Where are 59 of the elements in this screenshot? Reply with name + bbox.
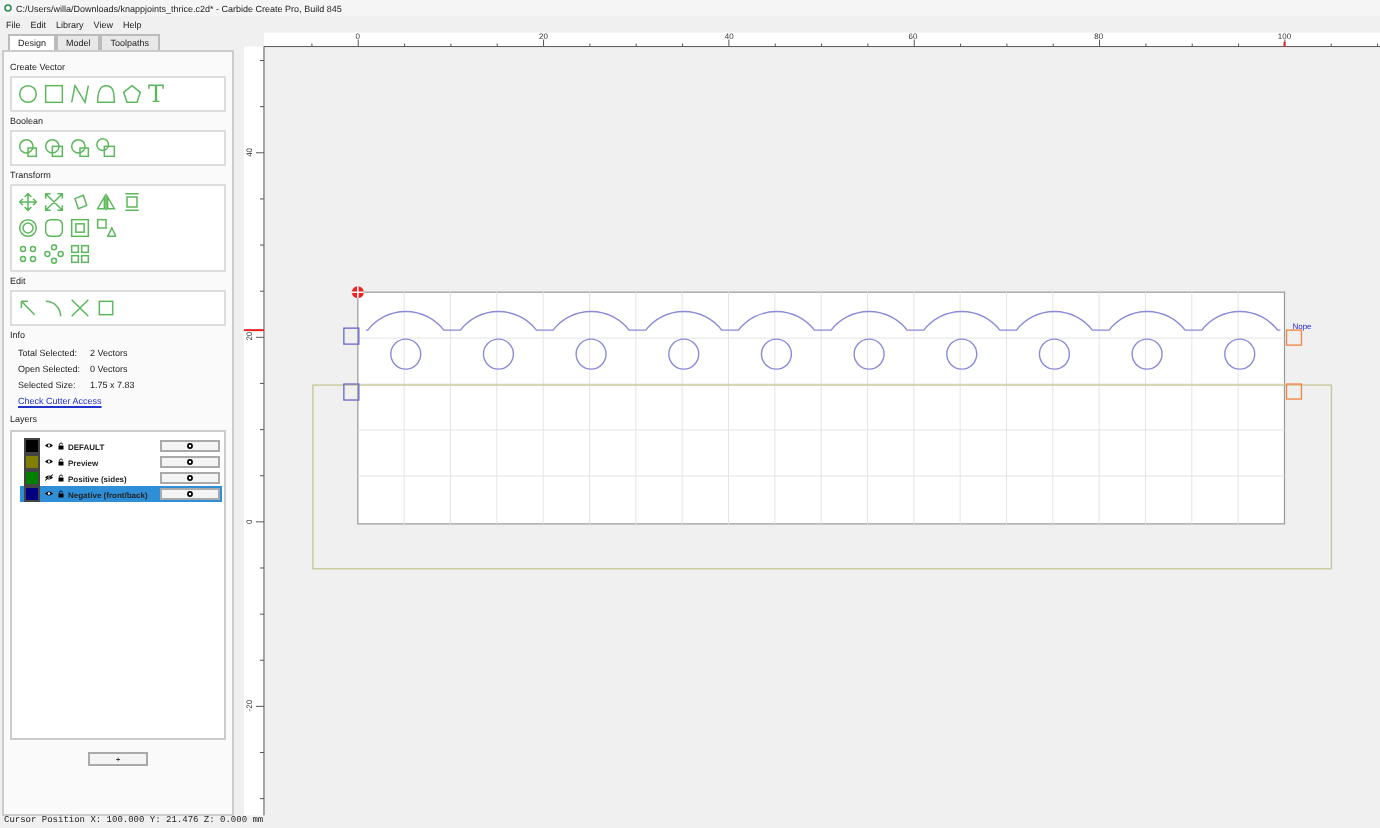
overlap-shapes-icon[interactable]: [18, 138, 38, 158]
mirror-icon[interactable]: [96, 192, 116, 212]
lock-icon[interactable]: [58, 474, 64, 482]
node-edit-icon[interactable]: [18, 298, 38, 318]
curve-trim-icon[interactable]: [44, 298, 64, 318]
eye-icon[interactable]: [44, 490, 54, 498]
circle-vector: [482, 338, 514, 370]
offset-icon[interactable]: [18, 218, 38, 238]
align-icon[interactable]: [122, 192, 142, 212]
layer-color[interactable]: [24, 454, 40, 470]
lock-icon[interactable]: [58, 458, 64, 466]
rounded-square-icon[interactable]: [44, 218, 64, 238]
circle-vector: [389, 338, 422, 370]
selection-handle[interactable]: [1285, 383, 1302, 400]
layer-color[interactable]: [24, 438, 40, 454]
layer-settings-button[interactable]: [160, 456, 220, 468]
cursor-marker: [1283, 41, 1286, 47]
circle-vector: [575, 338, 607, 370]
shapes-icon[interactable]: [96, 218, 116, 238]
layer-settings-button[interactable]: [160, 472, 220, 484]
eye-icon[interactable]: [44, 474, 54, 482]
layer-color[interactable]: [24, 486, 40, 502]
dots-grid-icon[interactable]: [18, 244, 38, 264]
layer-settings-button[interactable]: [160, 488, 220, 500]
lock-icon[interactable]: [58, 490, 64, 498]
cursor-marker: [243, 329, 264, 332]
selection-handle[interactable]: [342, 327, 360, 345]
circle-vector: [667, 338, 700, 370]
inset-square-icon[interactable]: [70, 218, 90, 238]
overlap-shapes-icon[interactable]: [70, 138, 90, 158]
move-icon[interactable]: [18, 192, 38, 212]
circle-vector: [853, 338, 885, 370]
eye-icon[interactable]: [44, 458, 54, 466]
dots-pattern-icon[interactable]: [44, 244, 64, 264]
circle-vector: [760, 338, 792, 370]
selection-handle[interactable]: [1285, 329, 1302, 346]
circle-icon[interactable]: [18, 84, 38, 104]
overlap-shapes-icon[interactable]: [44, 138, 64, 158]
polyline-icon[interactable]: [70, 84, 90, 104]
grid-layout-icon[interactable]: [70, 244, 90, 264]
origin-marker: [350, 285, 365, 299]
circle-vector: [1131, 338, 1163, 370]
circle-vector: [945, 338, 978, 370]
lock-icon[interactable]: [58, 442, 64, 450]
resize-icon[interactable]: [44, 192, 64, 212]
circle-vector: [1038, 338, 1070, 370]
rotate-icon[interactable]: [70, 192, 90, 212]
layer-settings-button[interactable]: [160, 440, 220, 452]
cut-icon[interactable]: [70, 298, 90, 318]
pentagon-icon[interactable]: [122, 84, 142, 104]
overlap-shapes-icon[interactable]: [96, 138, 116, 158]
selection-handle[interactable]: [342, 383, 360, 401]
circle-vector: [1223, 338, 1256, 370]
curve-icon[interactable]: [96, 84, 116, 104]
app-icon: [4, 4, 12, 12]
bounding-box-icon[interactable]: [96, 298, 116, 318]
layer-color[interactable]: [24, 470, 40, 486]
square-icon[interactable]: [44, 84, 64, 104]
eye-icon[interactable]: [44, 442, 54, 450]
